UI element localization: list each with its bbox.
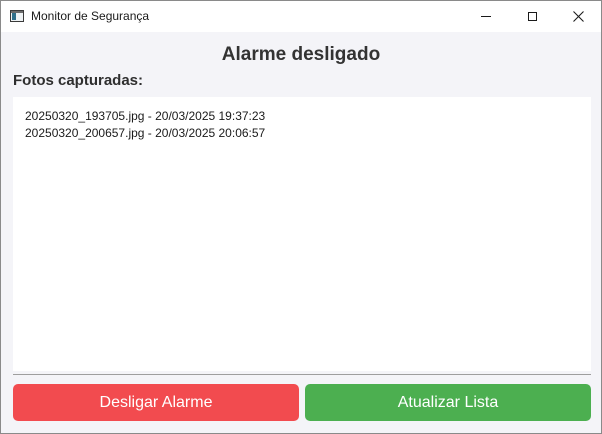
refresh-list-label: Atualizar Lista: [397, 393, 499, 411]
disable-alarm-button[interactable]: Desligar Alarme: [13, 384, 299, 421]
main-content: Alarme desligado Fotos capturadas: 20250…: [1, 32, 601, 433]
maximize-button[interactable]: [509, 1, 555, 32]
list-item[interactable]: 20250320_193705.jpg - 20/03/2025 19:37:2…: [25, 109, 265, 124]
title-bar[interactable]: Monitor de Segurança: [1, 1, 601, 32]
list-item[interactable]: 20250320_200657.jpg - 20/03/2025 20:06:5…: [25, 126, 265, 141]
minimize-button[interactable]: [463, 1, 509, 32]
photos-section-label: Fotos capturadas:: [13, 72, 144, 89]
app-icon: [10, 10, 24, 22]
maximize-icon: [527, 12, 537, 21]
minimize-icon: [481, 16, 491, 17]
close-icon: [572, 11, 584, 22]
alarm-status-heading: Alarme desligado: [221, 44, 381, 65]
window-title: Monitor de Segurança: [31, 9, 150, 23]
disable-alarm-label: Desligar Alarme: [99, 393, 213, 411]
divider: [13, 374, 591, 375]
refresh-list-button[interactable]: Atualizar Lista: [305, 384, 591, 421]
close-button[interactable]: [555, 1, 601, 32]
photos-list[interactable]: 20250320_193705.jpg - 20/03/2025 19:37:2…: [13, 97, 591, 371]
app-window: Monitor de Segurança Alarme desligado Fo…: [0, 0, 602, 434]
